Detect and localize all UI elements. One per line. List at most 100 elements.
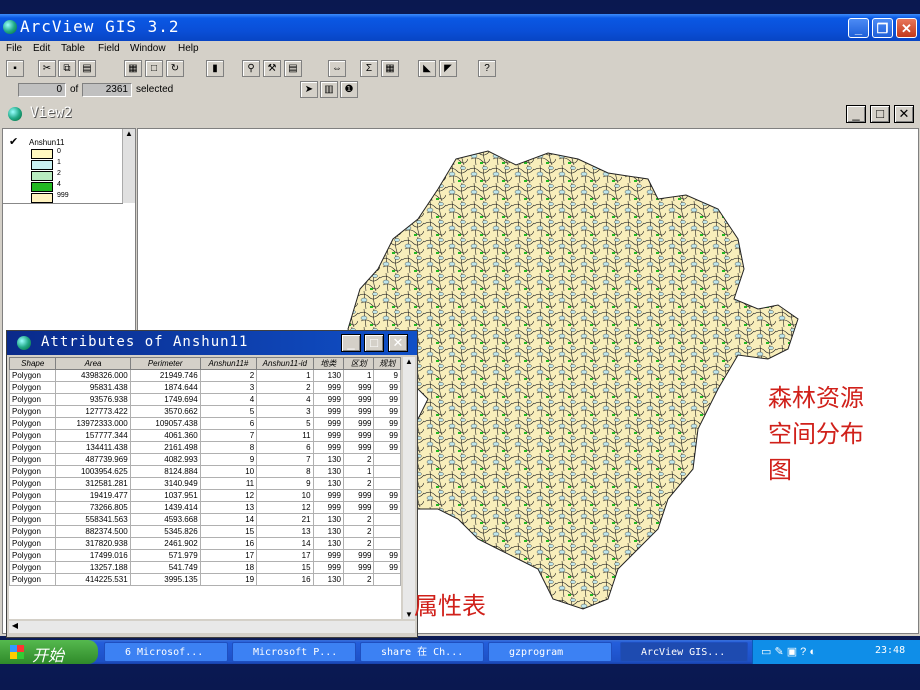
table-cell: 13	[256, 525, 314, 538]
view-maximize-button[interactable]: □	[870, 105, 890, 123]
app-titlebar[interactable]: ArcView GIS 3.2 _ ❐ ✕	[0, 14, 920, 41]
table-row[interactable]: Polygon 17499.016 571.979 17 17 999 999 99	[9, 549, 401, 562]
table-row[interactable]: Polygon 317820.938 2461.902 16 14 130 2	[9, 537, 401, 550]
table-cell: 1439.414	[129, 501, 201, 514]
edit-tool-icon[interactable]: ▥	[320, 81, 338, 98]
attribute-table-titlebar[interactable]: Attributes of Anshun11 _ □ ✕	[7, 331, 417, 355]
view2-titlebar[interactable]: View2 _ □ ✕	[0, 102, 920, 126]
table-cell: 1	[256, 369, 314, 382]
chart-icon[interactable]: ▮	[206, 60, 224, 77]
view-close-button[interactable]: ✕	[894, 105, 914, 123]
table-cell	[373, 453, 401, 466]
table-cell: 999	[343, 441, 375, 454]
table-row[interactable]: Polygon 1003954.625 8124.884 10 8 130 1	[9, 465, 401, 478]
table-row[interactable]: Polygon 95831.438 1874.644 3 2 999 999 99	[9, 381, 401, 394]
sort-descending-icon[interactable]: ◤	[439, 60, 457, 77]
task-gzprogram[interactable]: gzprogram	[488, 642, 612, 662]
query-icon[interactable]: ⚒	[263, 60, 281, 77]
table-row[interactable]: Polygon 127773.422 3570.662 5 3 999 999 99	[9, 405, 401, 418]
view-minimize-button[interactable]: _	[846, 105, 866, 123]
task-share-folder[interactable]: share 在 Ch...	[360, 642, 484, 662]
table-row[interactable]: Polygon 93576.938 1749.694 4 4 999 999 99	[9, 393, 401, 406]
table-row[interactable]: Polygon 13972333.000 109057.438 6 5 999 999 99	[9, 417, 401, 430]
promote-icon[interactable]: ▤	[284, 60, 302, 77]
restore-button[interactable]: ❐	[872, 18, 893, 38]
column-header[interactable]: Anshun11-id	[256, 357, 314, 370]
table-cell: Polygon	[9, 369, 57, 382]
column-header[interactable]: 规划	[373, 357, 401, 370]
pointer-tool-icon[interactable]: ➤	[300, 81, 318, 98]
toc-scrollbar[interactable]: ▲	[122, 129, 135, 203]
table-row[interactable]: Polygon 882374.500 5345.826 15 13 130 2	[9, 525, 401, 538]
table-row[interactable]: Polygon 414225.531 3995.135 19 16 130 2	[9, 573, 401, 586]
table-maximize-button[interactable]: □	[364, 334, 384, 352]
table-row[interactable]: Polygon 73266.805 1439.414 13 12 999 999 99	[9, 501, 401, 514]
table-row[interactable]: Polygon 157777.344 4061.360 7 11 999 999 99	[9, 429, 401, 442]
table-icon[interactable]: ▦	[124, 60, 142, 77]
column-header[interactable]: Perimeter	[129, 357, 201, 370]
column-header[interactable]: 区划	[343, 357, 375, 370]
table-cell: 5345.826	[129, 525, 201, 538]
calculate-icon[interactable]: ▦	[381, 60, 399, 77]
copy-icon[interactable]: ⧉	[58, 60, 76, 77]
table-row[interactable]: Polygon 312581.281 3140.949 11 9 130 2	[9, 477, 401, 490]
column-header[interactable]: 地类	[312, 357, 345, 370]
menu-field[interactable]: Field	[98, 43, 120, 54]
join-icon[interactable]: ⇔	[328, 60, 346, 77]
table-cell: 2	[343, 525, 375, 538]
legend-swatch-3	[31, 182, 53, 192]
summarize-icon[interactable]: Σ	[360, 60, 378, 77]
help-pointer-icon[interactable]: ?	[478, 60, 496, 77]
attribute-grid[interactable]: Shape Area Perimeter Anshun11# Anshun11-id 地类…	[9, 357, 401, 619]
scroll-left-icon[interactable]: ◀	[9, 621, 21, 630]
table-row[interactable]: Polygon 13257.188 541.749 18 15 999 999 99	[9, 561, 401, 574]
menu-help[interactable]: Help	[178, 43, 199, 54]
sort-ascending-icon[interactable]: ◣	[418, 60, 436, 77]
paste-icon[interactable]: ▤	[78, 60, 96, 77]
menu-window[interactable]: Window	[130, 43, 166, 54]
start-button[interactable]: 开始	[0, 640, 98, 665]
scroll-up-icon[interactable]: ▲	[403, 357, 415, 366]
theme-visible-checkbox[interactable]: ✔	[9, 135, 18, 148]
table-row[interactable]: Polygon 4398326.000 21949.746 2 1 130 1 9	[9, 369, 401, 382]
menu-file[interactable]: File	[6, 43, 22, 54]
table-cell: Polygon	[9, 453, 57, 466]
table-cell	[373, 477, 401, 490]
minimize-button[interactable]: _	[848, 18, 869, 38]
theme-name[interactable]: Anshun11	[29, 138, 64, 147]
identify-tool-icon[interactable]: ❶	[340, 81, 358, 98]
menu-edit[interactable]: Edit	[33, 43, 50, 54]
column-header[interactable]: Shape	[9, 357, 57, 370]
menu-table[interactable]: Table	[61, 43, 85, 54]
table-cell: 999	[312, 393, 345, 406]
table-row[interactable]: Polygon 19419.477 1037.951 12 10 999 999 99	[9, 489, 401, 502]
table-row[interactable]: Polygon 134411.438 2161.498 8 6 999 999 99	[9, 441, 401, 454]
save-icon[interactable]: ▪	[6, 60, 24, 77]
table-row[interactable]: Polygon 558341.563 4593.668 14 21 130 2	[9, 513, 401, 526]
task-word[interactable]: 6 Microsof...	[104, 642, 228, 662]
horizontal-scrollbar[interactable]: ◀	[9, 621, 415, 633]
system-tray: ▭ ✎ ▣ ? ◐ 23:48	[752, 640, 920, 664]
scroll-up-icon[interactable]: ▲	[123, 129, 135, 138]
table-cell: 130	[312, 537, 345, 550]
table-cell: Polygon	[9, 477, 57, 490]
select-all-icon[interactable]: □	[145, 60, 163, 77]
column-header[interactable]: Area	[55, 357, 131, 370]
task-powerpoint[interactable]: Microsoft P...	[232, 642, 356, 662]
vertical-scrollbar[interactable]: ▲ ▼	[403, 357, 415, 619]
table-cell: 17	[199, 549, 258, 562]
refresh-icon[interactable]: ↻	[166, 60, 184, 77]
find-icon[interactable]: ⚲	[242, 60, 260, 77]
table-cell: 317820.938	[55, 537, 131, 550]
table-cell: 130	[312, 573, 345, 586]
table-cell: 99	[373, 393, 401, 406]
close-button[interactable]: ✕	[896, 18, 917, 38]
table-close-button[interactable]: ✕	[388, 334, 408, 352]
column-header[interactable]: Anshun11#	[199, 357, 258, 370]
table-row[interactable]: Polygon 487739.969 4082.993 9 7 130 2	[9, 453, 401, 466]
of-label: of	[70, 84, 79, 95]
tray-icons[interactable]: ▭ ✎ ▣ ? ◐	[761, 645, 816, 658]
cut-icon[interactable]: ✂	[38, 60, 56, 77]
table-minimize-button[interactable]: _	[341, 334, 361, 352]
task-arcview[interactable]: ArcView GIS...	[620, 642, 748, 662]
